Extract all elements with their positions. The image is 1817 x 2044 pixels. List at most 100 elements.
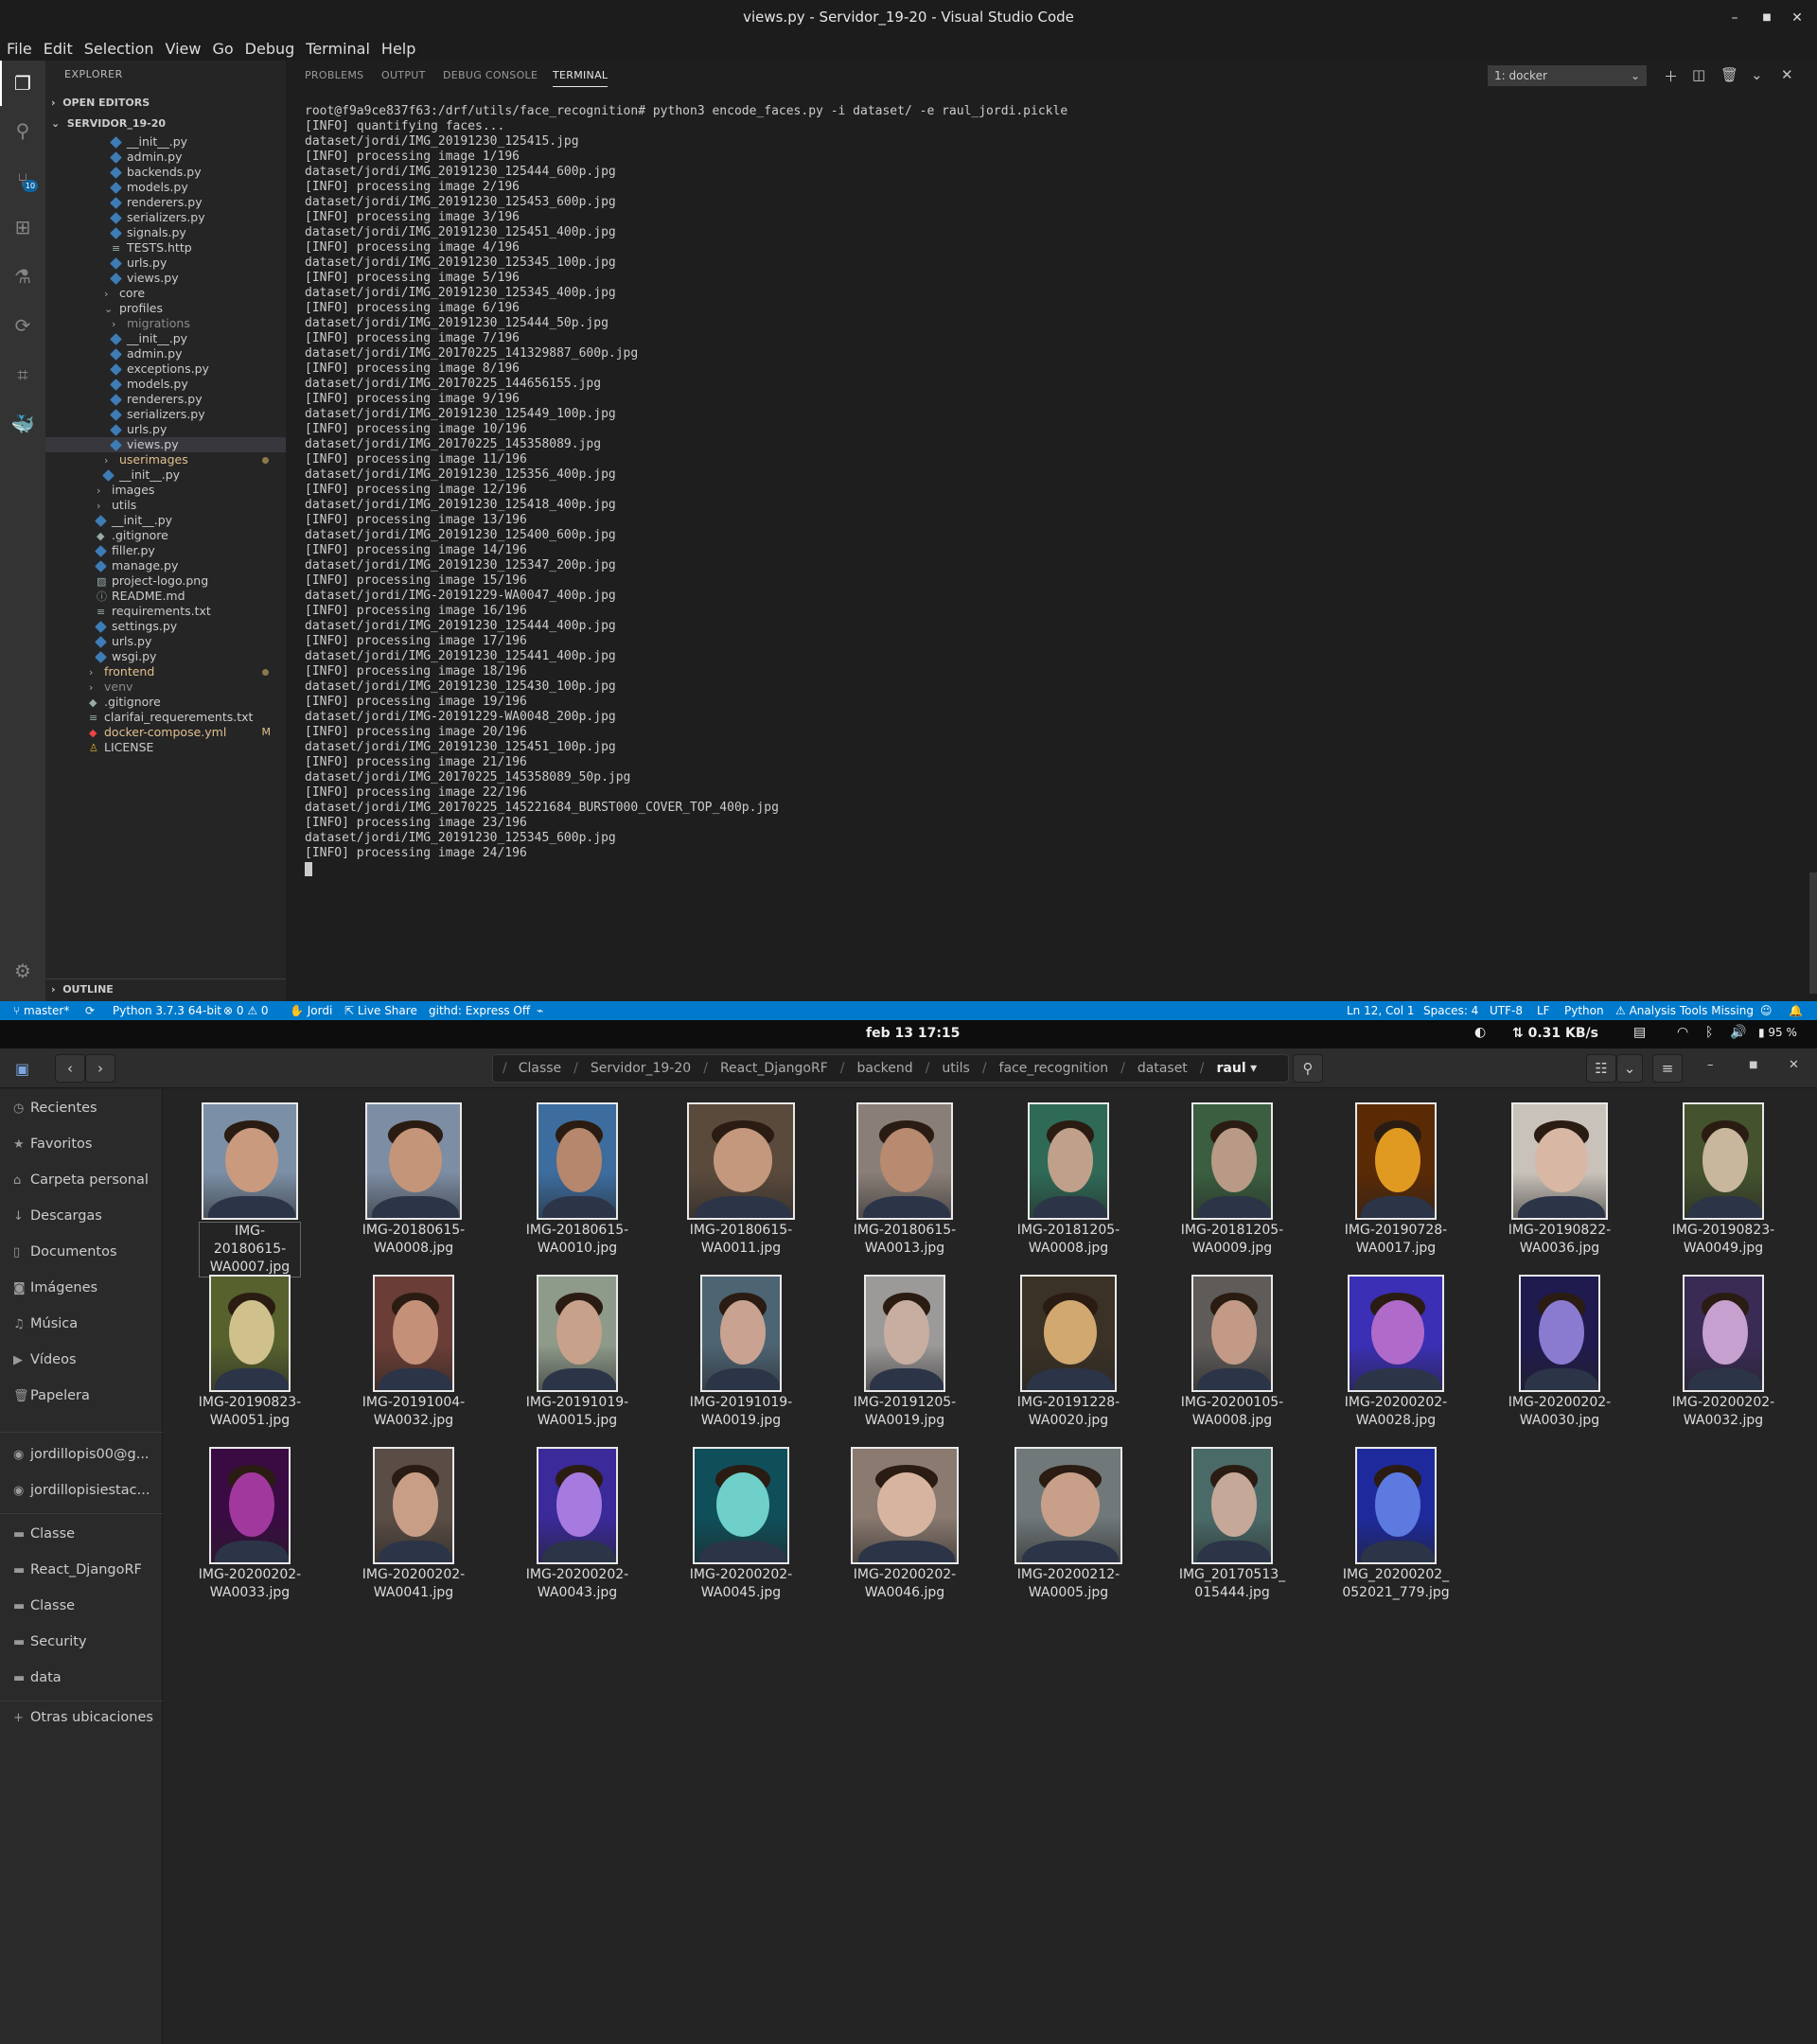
live-share-icon[interactable]: ⟳ bbox=[9, 312, 36, 339]
tree-item[interactable]: ◆ .gitignore bbox=[45, 695, 286, 710]
tree-item[interactable]: urls.py bbox=[45, 422, 286, 437]
view-options-button[interactable]: ⌄ bbox=[1616, 1054, 1643, 1083]
breadcrumb-item[interactable]: face_recognition bbox=[999, 1061, 1109, 1076]
tree-item[interactable]: ⓘ README.md bbox=[45, 589, 286, 604]
tree-item[interactable]: renderers.py bbox=[45, 195, 286, 210]
tree-item[interactable]: ◆ .gitignore bbox=[45, 528, 286, 543]
file-thumbnail[interactable]: IMG-20181205- WA0008.jpg bbox=[1002, 1102, 1135, 1258]
sidebar-place[interactable]: ♫ Música bbox=[13, 1316, 78, 1331]
search-icon[interactable]: ⚲ bbox=[9, 117, 36, 144]
file-thumbnail[interactable]: IMG-20200202- WA0028.jpg bbox=[1330, 1275, 1462, 1430]
tree-item[interactable]: views.py bbox=[45, 271, 286, 286]
file-thumbnail[interactable]: IMG_20200202_ 052021_779.jpg bbox=[1330, 1447, 1462, 1602]
tree-item[interactable]: ⌄ profiles bbox=[45, 301, 286, 316]
tree-item[interactable]: urls.py bbox=[45, 256, 286, 271]
minimize-button[interactable]: – bbox=[1722, 6, 1747, 30]
tree-item[interactable]: views.py bbox=[45, 437, 286, 452]
back-button[interactable]: ‹ bbox=[55, 1054, 85, 1083]
file-thumbnail[interactable]: IMG-20180615- WA0013.jpg bbox=[838, 1102, 971, 1258]
tree-item[interactable]: settings.py bbox=[45, 619, 286, 634]
file-thumbnail[interactable]: IMG-20200202- WA0030.jpg bbox=[1493, 1275, 1626, 1430]
tree-item[interactable]: models.py bbox=[45, 180, 286, 195]
kill-terminal-trash-icon[interactable]: 🗑 bbox=[1720, 66, 1738, 83]
problems-status[interactable]: ⊗ 0 ⚠ 0 bbox=[223, 1004, 269, 1017]
tree-item[interactable]: ♙ LICENSE bbox=[45, 740, 286, 755]
sidebar-place[interactable]: ▯ Documentos bbox=[13, 1244, 117, 1260]
volume-icon[interactable]: 🔊 bbox=[1730, 1025, 1746, 1040]
file-thumbnail[interactable]: IMG-20191205- WA0019.jpg bbox=[838, 1275, 971, 1430]
branch-icon[interactable]: ⌁ bbox=[537, 1004, 543, 1017]
terminal-select[interactable]: 1: docker ⌄ bbox=[1488, 65, 1647, 86]
tree-item[interactable]: renderers.py bbox=[45, 392, 286, 407]
tab-debug-console[interactable]: DEBUG CONSOLE bbox=[443, 69, 538, 81]
tree-item[interactable]: › venv bbox=[45, 679, 286, 695]
docker-icon[interactable]: 🐳 bbox=[9, 411, 36, 437]
sidebar-place[interactable]: ▶ Vídeos bbox=[13, 1352, 77, 1367]
tree-item[interactable]: exceptions.py bbox=[45, 361, 286, 377]
file-thumbnail[interactable]: IMG-20200202- WA0041.jpg bbox=[347, 1447, 480, 1602]
sidebar-bookmark[interactable]: ▬ Classe bbox=[13, 1598, 75, 1613]
tree-item[interactable]: › utils bbox=[45, 498, 286, 513]
tree-item[interactable]: ≡ TESTS.http bbox=[45, 240, 286, 256]
breadcrumb-item[interactable]: raul bbox=[1217, 1061, 1246, 1076]
close-button[interactable]: ✕ bbox=[1789, 1058, 1799, 1072]
file-thumbnail[interactable]: IMG-20200202- WA0045.jpg bbox=[675, 1447, 807, 1602]
sidebar-place[interactable]: 🗑Papelera bbox=[13, 1388, 90, 1403]
line-ending[interactable]: LF bbox=[1537, 1004, 1550, 1017]
maximize-panel-chevron-icon[interactable]: ⌄ bbox=[1751, 66, 1763, 83]
file-thumbnail[interactable]: IMG-20200202- WA0046.jpg bbox=[838, 1447, 971, 1602]
file-thumbnail[interactable]: IMG-20180615- WA0010.jpg bbox=[511, 1102, 644, 1258]
net-speed[interactable]: ⇅ 0.31 KB/s bbox=[1512, 1026, 1598, 1041]
open-editors-section[interactable]: › OPEN EDITORS bbox=[45, 93, 286, 114]
tree-item[interactable]: serializers.py bbox=[45, 407, 286, 422]
breadcrumb-item[interactable]: dataset bbox=[1138, 1061, 1188, 1076]
tree-item[interactable]: › userimages bbox=[45, 452, 286, 467]
tree-item[interactable]: ◆ docker-compose.yml M bbox=[45, 725, 286, 740]
notifications-bell-icon[interactable]: 🔔 bbox=[1789, 1004, 1803, 1017]
tree-item[interactable]: serializers.py bbox=[45, 210, 286, 225]
branch-status[interactable]: ⑂ master* bbox=[13, 1004, 69, 1017]
bluetooth-icon[interactable]: ᛒ bbox=[1705, 1025, 1713, 1040]
source-control-icon[interactable]: ⑂ 10 bbox=[9, 167, 38, 193]
other-locations[interactable]: + Otras ubicaciones bbox=[13, 1710, 153, 1725]
tree-item[interactable]: ≡ clarifai_requerements.txt bbox=[45, 710, 286, 725]
tree-item[interactable]: models.py bbox=[45, 377, 286, 392]
tree-item[interactable]: manage.py bbox=[45, 558, 286, 573]
githd-status[interactable]: githd: Express Off bbox=[429, 1004, 530, 1017]
close-panel-icon[interactable]: ✕ bbox=[1781, 66, 1793, 83]
breadcrumb-item[interactable]: utils bbox=[942, 1061, 969, 1076]
sidebar-place[interactable]: ◙ Imágenes bbox=[13, 1280, 97, 1295]
tree-item[interactable]: › core bbox=[45, 286, 286, 301]
menu-file[interactable]: File bbox=[7, 40, 32, 58]
tree-item[interactable]: › migrations bbox=[45, 316, 286, 331]
project-section[interactable]: ⌄ SERVIDOR_19-20 bbox=[45, 114, 286, 134]
new-terminal-plus-icon[interactable]: ＋ bbox=[1664, 66, 1678, 86]
sidebar-place[interactable]: ↓ Descargas bbox=[13, 1208, 102, 1224]
tab-output[interactable]: OUTPUT bbox=[381, 69, 426, 81]
sidebar-account[interactable]: ◉ jordillopis00@g... bbox=[13, 1447, 150, 1462]
tree-item[interactable]: backends.py bbox=[45, 165, 286, 180]
tree-item[interactable]: urls.py bbox=[45, 634, 286, 649]
tree-item[interactable]: signals.py bbox=[45, 225, 286, 240]
menu-debug[interactable]: Debug bbox=[245, 40, 295, 58]
file-thumbnail[interactable]: IMG-20200212- WA0005.jpg bbox=[1002, 1447, 1135, 1602]
feedback-icon[interactable]: ☺ bbox=[1760, 1004, 1773, 1017]
night-light-icon[interactable]: ◐ bbox=[1474, 1025, 1486, 1040]
outline-section[interactable]: › OUTLINE bbox=[45, 978, 286, 999]
language-mode[interactable]: Python bbox=[1564, 1004, 1604, 1017]
terminal-scrollbar[interactable] bbox=[1809, 872, 1817, 994]
tree-item[interactable]: __init__.py bbox=[45, 331, 286, 346]
breadcrumb-item[interactable]: Servidor_19-20 bbox=[591, 1061, 691, 1076]
encoding[interactable]: UTF-8 bbox=[1490, 1004, 1523, 1017]
menu-button[interactable]: ≡ bbox=[1652, 1054, 1683, 1083]
tree-item[interactable]: admin.py bbox=[45, 150, 286, 165]
menu-terminal[interactable]: Terminal bbox=[306, 40, 370, 58]
sync-icon[interactable]: ⟳ bbox=[85, 1004, 95, 1017]
close-button[interactable]: ✕ bbox=[1785, 6, 1809, 30]
tree-item[interactable]: __init__.py bbox=[45, 134, 286, 150]
file-thumbnail[interactable]: IMG-20181205- WA0009.jpg bbox=[1166, 1102, 1298, 1258]
sidebar-place[interactable]: ◷ Recientes bbox=[13, 1101, 97, 1116]
clipboard-icon[interactable]: ▤ bbox=[1633, 1025, 1646, 1040]
file-thumbnail[interactable]: IMG-20200202- WA0033.jpg bbox=[184, 1447, 316, 1602]
file-thumbnail[interactable]: IMG-20180615- WA0008.jpg bbox=[347, 1102, 480, 1258]
